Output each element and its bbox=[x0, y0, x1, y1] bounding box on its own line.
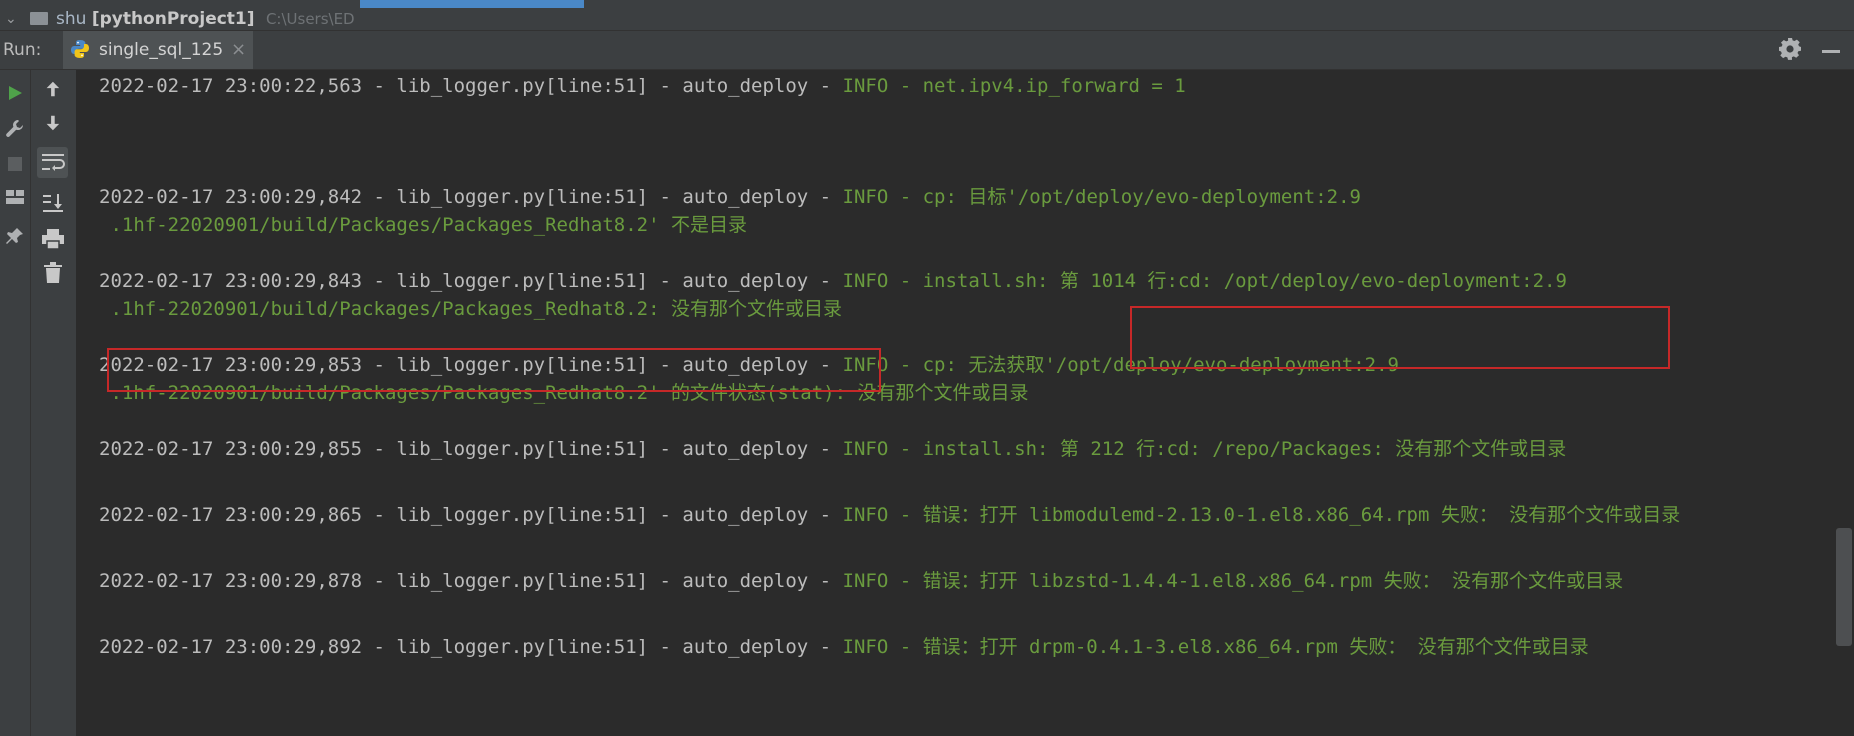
run-tab-label: single_sql_125 bbox=[99, 40, 224, 60]
wrench-icon[interactable] bbox=[4, 118, 26, 140]
active-editor-tab-indicator[interactable] bbox=[360, 0, 584, 8]
gear-icon[interactable] bbox=[1778, 38, 1802, 62]
project-name: shu bbox=[56, 9, 87, 29]
trash-icon[interactable] bbox=[43, 262, 63, 284]
log-line-continuation: .1hf-22020901/build/Packages/Packages_Re… bbox=[99, 298, 842, 320]
run-tab-single-sql[interactable]: single_sql_125 × bbox=[63, 31, 253, 69]
stop-icon[interactable] bbox=[7, 156, 23, 172]
log-line: 2022-02-17 23:00:29,843 - lib_logger.py[… bbox=[99, 270, 1567, 292]
soft-wrap-toggle[interactable] bbox=[37, 147, 68, 178]
print-icon[interactable] bbox=[41, 228, 65, 250]
project-breadcrumb[interactable]: shu [pythonProject1] C:\Users\ED bbox=[56, 9, 355, 29]
close-icon[interactable]: × bbox=[231, 39, 246, 60]
navigation-bar: ⌄ shu [pythonProject1] C:\Users\ED bbox=[0, 0, 1854, 31]
highlight-box-path-end bbox=[107, 348, 881, 392]
python-icon bbox=[71, 40, 89, 58]
chevron-down-icon[interactable]: ⌄ bbox=[5, 11, 17, 27]
console-output[interactable]: 2022-02-17 23:00:22,563 - lib_logger.py[… bbox=[77, 70, 1834, 736]
run-toolwindow-header: Run: single_sql_125 × bbox=[0, 31, 1854, 70]
arrow-down-icon[interactable] bbox=[43, 114, 63, 134]
log-line: 2022-02-17 23:00:29,842 - lib_logger.py[… bbox=[99, 186, 1361, 208]
run-left-toolbar bbox=[0, 70, 31, 736]
console-toolbar bbox=[31, 70, 77, 736]
highlight-box-path-start bbox=[1130, 306, 1670, 369]
play-icon[interactable] bbox=[6, 84, 24, 102]
scrollbar-thumb[interactable] bbox=[1836, 528, 1852, 646]
log-line: 2022-02-17 23:00:29,878 - lib_logger.py[… bbox=[99, 570, 1624, 592]
log-line: 2022-02-17 23:00:29,865 - lib_logger.py[… bbox=[99, 504, 1681, 526]
run-label: Run: bbox=[3, 40, 42, 60]
folder-icon bbox=[30, 12, 48, 25]
soft-wrap-icon bbox=[42, 154, 65, 171]
log-line: 2022-02-17 23:00:22,563 - lib_logger.py[… bbox=[99, 75, 1186, 97]
scroll-to-end-icon[interactable] bbox=[42, 192, 64, 214]
arrow-up-icon[interactable] bbox=[43, 80, 63, 100]
layout-icon[interactable] bbox=[5, 188, 25, 206]
project-path: C:\Users\ED bbox=[265, 10, 355, 28]
project-bracket: [pythonProject1] bbox=[91, 9, 255, 29]
log-line: 2022-02-17 23:00:29,892 - lib_logger.py[… bbox=[99, 636, 1589, 658]
vertical-scrollbar[interactable] bbox=[1834, 70, 1854, 736]
minimize-icon[interactable] bbox=[1822, 50, 1840, 53]
log-line: 2022-02-17 23:00:29,855 - lib_logger.py[… bbox=[99, 438, 1567, 460]
log-line-continuation: .1hf-22020901/build/Packages/Packages_Re… bbox=[99, 214, 747, 236]
pin-icon[interactable] bbox=[5, 226, 25, 246]
